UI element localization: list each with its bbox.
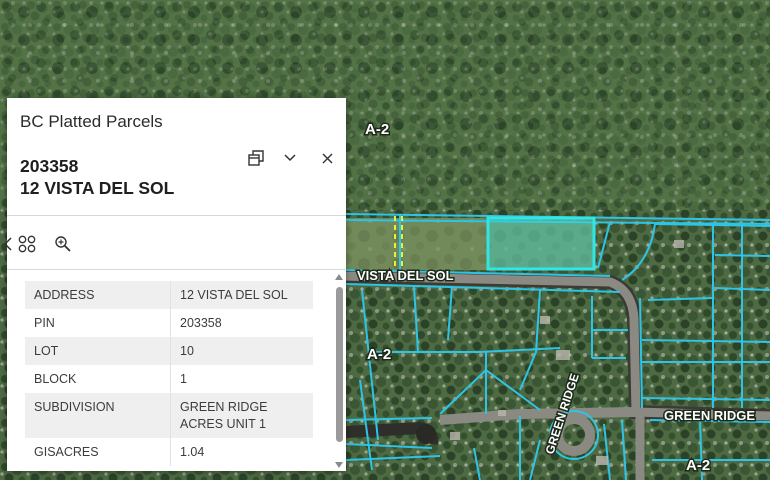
zone-label: A-2: [367, 346, 391, 363]
related-records-button[interactable]: [14, 231, 40, 257]
scroll-down-arrow[interactable]: [335, 462, 343, 468]
popup-layer-title: BC Platted Parcels: [20, 112, 163, 131]
scroll-up-arrow[interactable]: [335, 274, 343, 280]
field-value: 1.04: [170, 438, 313, 466]
header-divider: [7, 215, 346, 216]
feature-popup: BC Platted Parcels 203358 12 VISTA DEL S…: [4, 98, 346, 471]
chevron-down-icon: [284, 154, 296, 162]
popup-feature-title: 203358 12 VISTA DEL SOL: [20, 155, 174, 199]
table-row: BLOCK 1: [25, 365, 313, 393]
popup-scrollbar[interactable]: [334, 272, 345, 470]
scroll-thumb[interactable]: [336, 287, 343, 442]
close-icon: [322, 153, 332, 163]
zone-label: A-2: [365, 121, 389, 138]
collapse-button[interactable]: [278, 146, 302, 170]
table-row: SUBDIVISION GREEN RIDGE ACRES UNIT 1: [25, 393, 313, 438]
field-value: GREEN RIDGE ACRES UNIT 1: [170, 393, 313, 438]
field-name: BLOCK: [25, 365, 171, 393]
table-row: LOT 10: [25, 337, 313, 365]
field-name: ADDRESS: [25, 281, 171, 309]
selected-parcel-highlight[interactable]: [486, 216, 596, 271]
field-value: 203358: [170, 309, 313, 337]
field-name: PIN: [25, 309, 171, 337]
table-row: GISACRES 1.04: [25, 438, 313, 466]
road-label: GREEN RIDGE: [664, 408, 755, 423]
field-name: LOT: [25, 337, 171, 365]
table-row: PIN 203358: [25, 309, 313, 337]
four-circles-icon: [18, 235, 36, 253]
dock-button[interactable]: [244, 146, 268, 170]
table-row: ADDRESS 12 VISTA DEL SOL: [25, 281, 313, 309]
previous-feature-button[interactable]: [3, 232, 13, 256]
field-value: 12 VISTA DEL SOL: [170, 281, 313, 309]
toolbar-divider: [7, 269, 346, 270]
chevron-left-icon: [4, 237, 12, 251]
zoom-to-icon: [55, 236, 71, 252]
zoom-to-button[interactable]: [50, 231, 76, 257]
field-value: 1: [170, 365, 313, 393]
popup-pin: 203358: [20, 156, 79, 176]
field-name: SUBDIVISION: [25, 393, 171, 438]
close-button[interactable]: [315, 146, 339, 170]
field-value: 10: [170, 337, 313, 365]
popup-address: 12 VISTA DEL SOL: [20, 178, 175, 198]
zone-label: A-2: [686, 457, 710, 474]
dock-icon: [248, 150, 264, 166]
road-label: VISTA DEL SOL: [357, 268, 454, 283]
attribute-table: ADDRESS 12 VISTA DEL SOL PIN 203358 LOT …: [25, 281, 313, 468]
field-name: GISACRES: [25, 438, 171, 466]
